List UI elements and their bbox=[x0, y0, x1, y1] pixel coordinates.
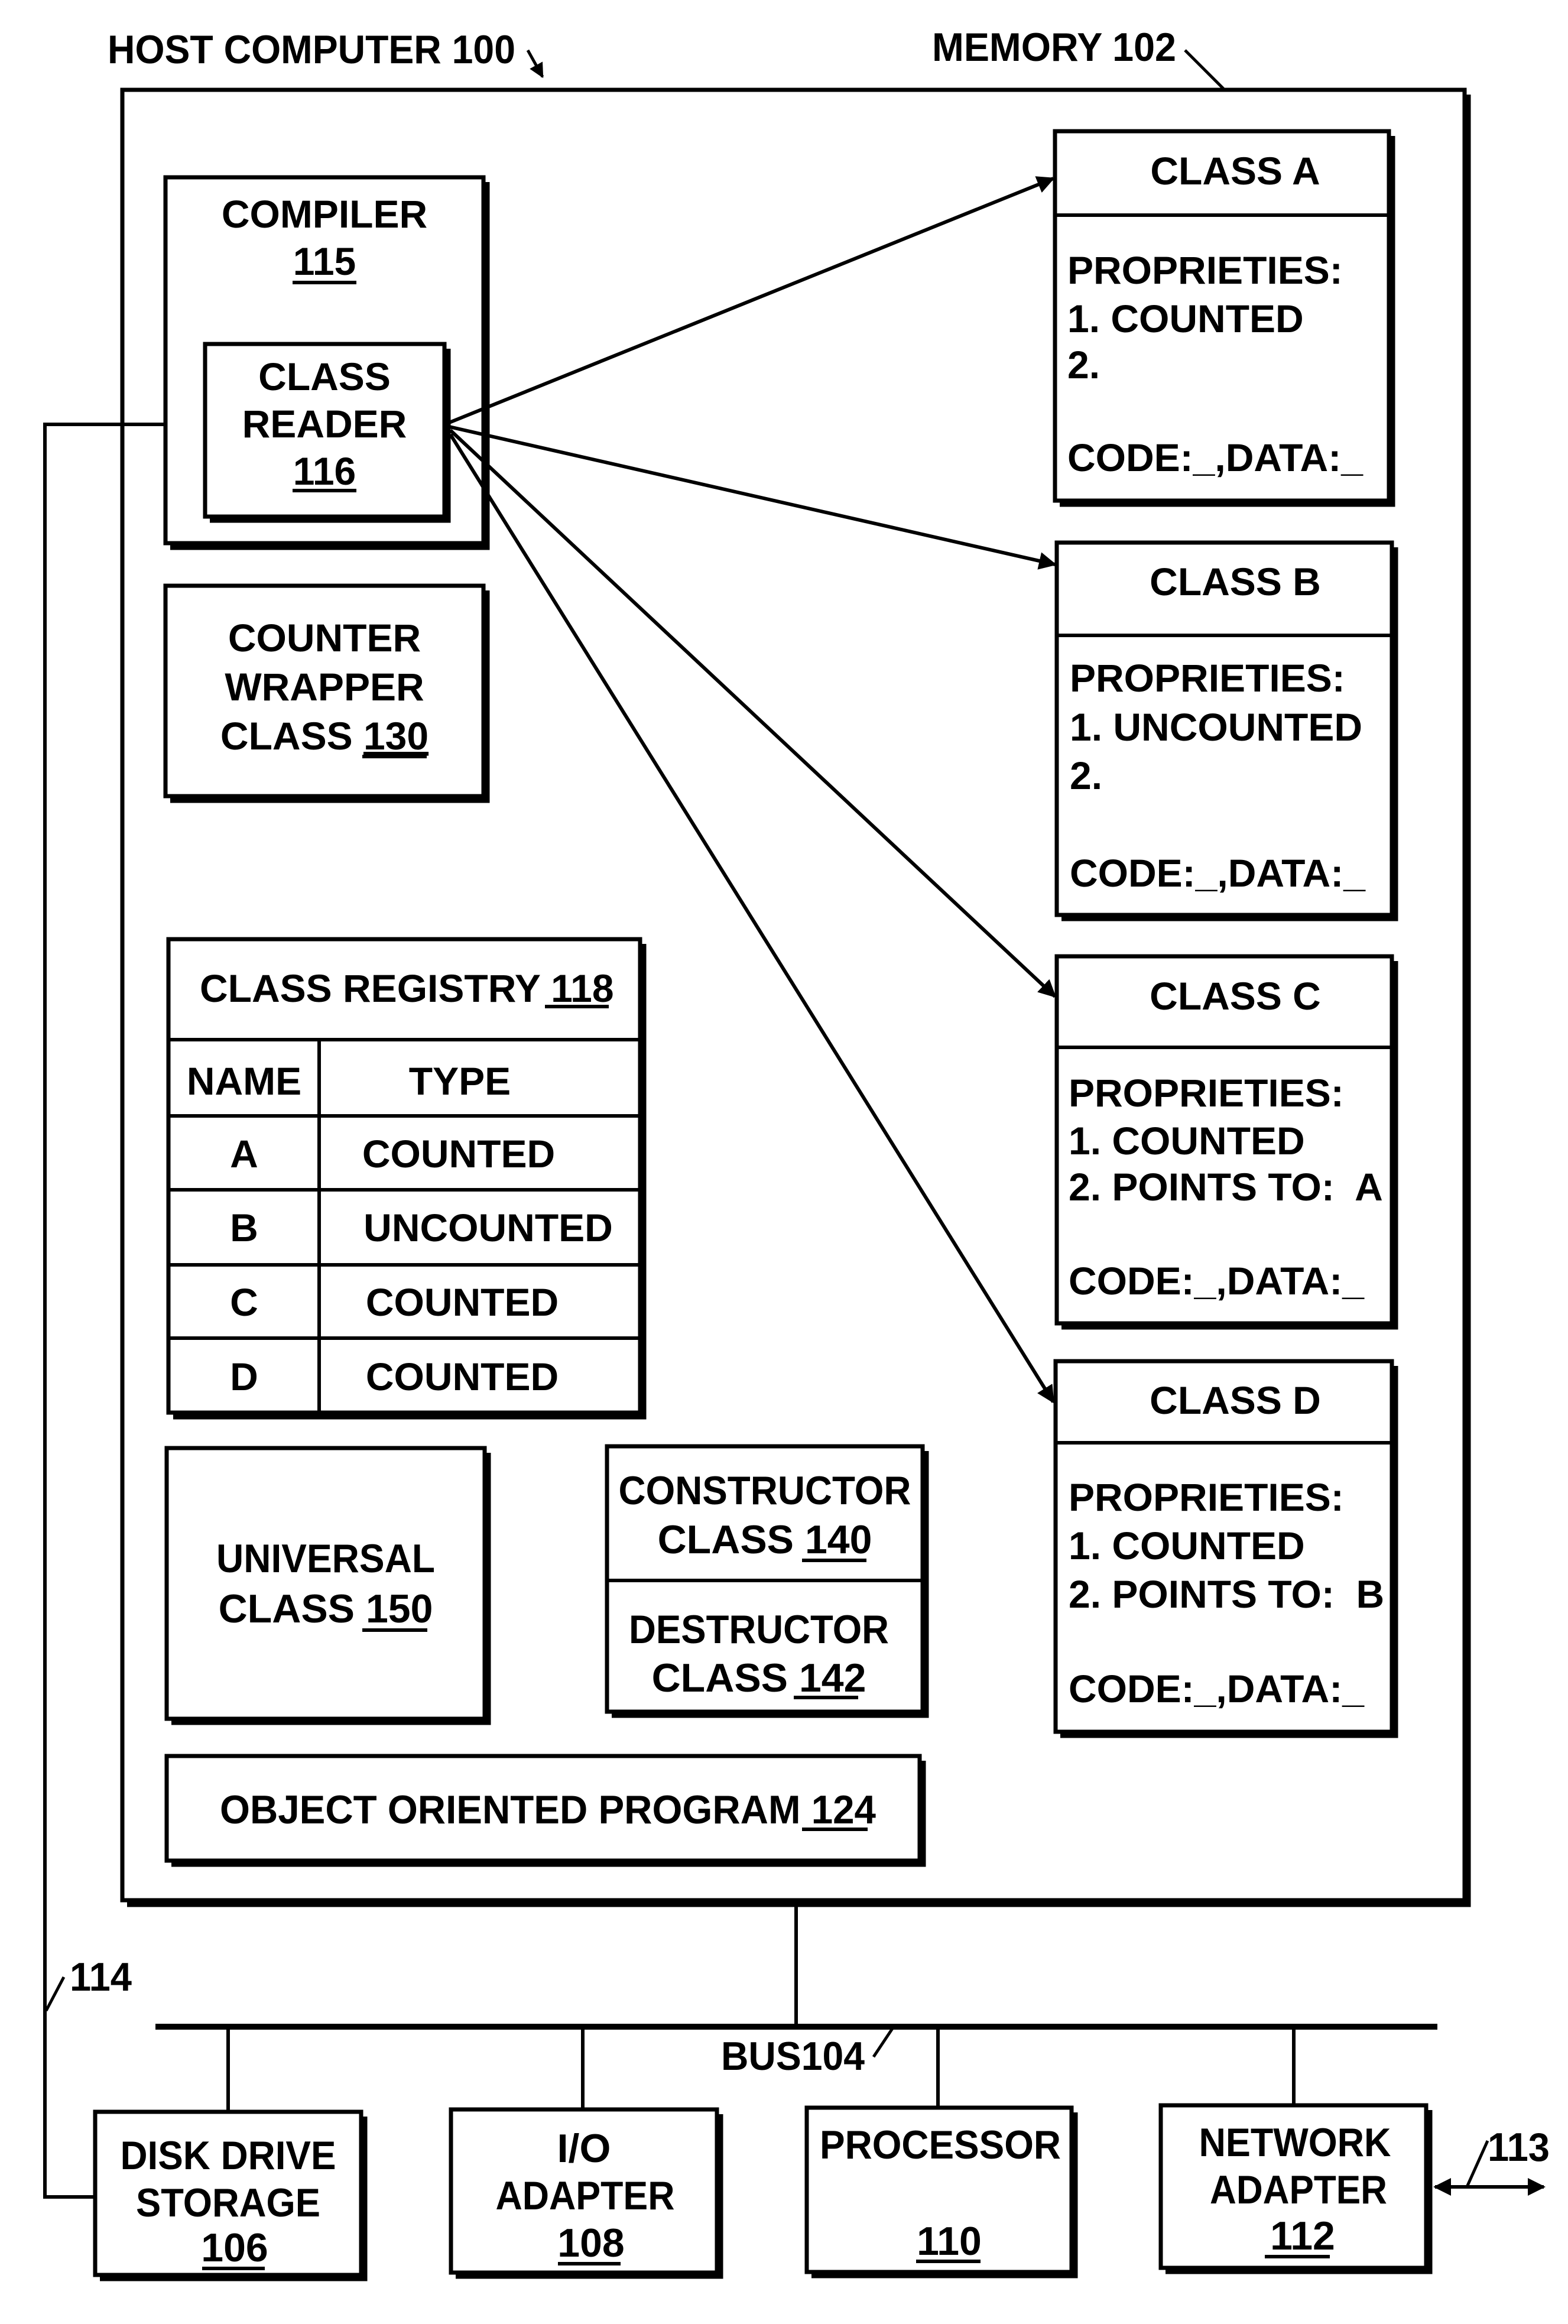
class-b-prop1: 1. UNCOUNTED bbox=[1070, 705, 1362, 749]
class-b-title: CLASS B bbox=[1150, 560, 1321, 603]
class-reader-line2: READER bbox=[242, 402, 407, 446]
memory-label: MEMORY 102 bbox=[932, 25, 1176, 70]
class-a-prop2: 2. bbox=[1067, 343, 1100, 387]
registry-cell-type: UNCOUNTED bbox=[363, 1206, 613, 1249]
class-d-prop2: 2. POINTS TO: B bbox=[1069, 1572, 1384, 1616]
registry-cell-name: A bbox=[230, 1132, 258, 1176]
class-a-heading: PROPRIETIES: bbox=[1067, 248, 1343, 292]
io-adapter-line1: I/O bbox=[557, 2126, 611, 2171]
destructor-class-line1: DESTRUCTOR bbox=[629, 1607, 889, 1652]
network-adapter-line2: ADAPTER bbox=[1210, 2167, 1387, 2212]
disk-drive-storage-box: DISK DRIVE STORAGE 106 bbox=[93, 2109, 368, 2281]
patent-diagram: HOST COMPUTER 100 MEMORY 102 COMPILER 11… bbox=[43, 25, 1550, 2281]
network-link-113-label: 113 bbox=[1488, 2125, 1550, 2170]
compiler-title: COMPILER bbox=[222, 192, 427, 236]
class-a-box: CLASS A PROPRIETIES: 1. COUNTED 2. CODE:… bbox=[1053, 129, 1395, 507]
registry-cell-name: B bbox=[230, 1206, 258, 1249]
registry-cell-type: COUNTED bbox=[362, 1132, 555, 1176]
class-b-box: CLASS B PROPRIETIES: 1. UNCOUNTED 2. COD… bbox=[1054, 540, 1398, 921]
wire-114-leader bbox=[44, 1976, 66, 2012]
host-computer-label: HOST COMPUTER 100 bbox=[108, 27, 515, 72]
class-c-prop2: 2. POINTS TO: A bbox=[1069, 1165, 1383, 1209]
constructor-destructor-box: CONSTRUCTOR CLASS 140 DESTRUCTOR CLASS 1… bbox=[605, 1444, 929, 1718]
registry-cell-type: COUNTED bbox=[366, 1280, 559, 1324]
disk-drive-line2: STORAGE bbox=[136, 2180, 320, 2225]
class-b-heading: PROPRIETIES: bbox=[1070, 656, 1345, 700]
universal-class-line1: UNIVERSAL bbox=[216, 1536, 435, 1581]
wire-114-label: 114 bbox=[70, 1955, 132, 2000]
class-d-code: CODE:_,DATA:_ bbox=[1069, 1667, 1365, 1710]
io-adapter-line2: ADAPTER bbox=[496, 2173, 675, 2218]
counter-wrapper-ref: 130 bbox=[363, 714, 428, 758]
class-registry-title: CLASS REGISTRY 118 bbox=[200, 966, 614, 1010]
class-b-prop2: 2. bbox=[1070, 754, 1102, 797]
bus-leader-line bbox=[872, 2027, 894, 2058]
class-c-code: CODE:_,DATA:_ bbox=[1069, 1259, 1365, 1303]
class-reader-ref: 116 bbox=[293, 449, 356, 493]
counter-wrapper-line1: COUNTER bbox=[228, 616, 421, 660]
class-c-box: CLASS C PROPRIETIES: 1. COUNTED 2. POINT… bbox=[1054, 954, 1398, 1330]
constructor-class-line2: CLASS 140 bbox=[658, 1517, 872, 1562]
class-reader-line1: CLASS bbox=[258, 355, 391, 398]
class-c-prop1: 1. COUNTED bbox=[1069, 1119, 1305, 1163]
destructor-class-line2: CLASS 142 bbox=[652, 1656, 866, 1700]
class-c-heading: PROPRIETIES: bbox=[1069, 1071, 1344, 1115]
network-adapter-ref: 112 bbox=[1270, 2213, 1335, 2258]
registry-cell-name: D bbox=[230, 1355, 258, 1398]
class-a-code: CODE:_,DATA:_ bbox=[1067, 436, 1364, 479]
disk-drive-ref: 106 bbox=[201, 2225, 268, 2270]
column-header-type: TYPE bbox=[409, 1059, 511, 1103]
class-a-title: CLASS A bbox=[1150, 149, 1320, 193]
processor-ref: 110 bbox=[917, 2219, 982, 2264]
column-header-name: NAME bbox=[187, 1059, 301, 1103]
processor-box: PROCESSOR 110 bbox=[804, 2105, 1078, 2278]
io-adapter-box: I/O ADAPTER 108 bbox=[449, 2107, 723, 2279]
class-a-prop1: 1. COUNTED bbox=[1067, 297, 1304, 340]
memory-leader-line bbox=[1184, 49, 1225, 90]
class-d-title: CLASS D bbox=[1150, 1378, 1321, 1422]
registry-cell-type: COUNTED bbox=[366, 1355, 559, 1398]
host-computer-leader-arrow bbox=[526, 49, 544, 79]
disk-drive-line1: DISK DRIVE bbox=[121, 2133, 336, 2178]
class-d-prop1: 1. COUNTED bbox=[1069, 1524, 1305, 1567]
network-adapter-box: NETWORK ADAPTER 112 bbox=[1158, 2103, 1433, 2274]
counter-wrapper-line3: CLASS 130 bbox=[220, 714, 428, 758]
bus-label: BUS104 bbox=[721, 2034, 865, 2079]
class-reader-box: CLASS READER 116 bbox=[203, 342, 451, 523]
class-registry-table: CLASS REGISTRY 118 NAME TYPE A COUNTED B… bbox=[166, 937, 647, 1420]
compiler-ref: 115 bbox=[293, 239, 356, 283]
constructor-class-line1: CONSTRUCTOR bbox=[619, 1468, 911, 1513]
processor-line1: PROCESSOR bbox=[820, 2122, 1061, 2167]
object-oriented-program-box: OBJECT ORIENTED PROGRAM 124 bbox=[164, 1754, 926, 1867]
class-d-box: CLASS D PROPRIETIES: 1. COUNTED 2. POINT… bbox=[1053, 1359, 1398, 1738]
registry-cell-name: C bbox=[230, 1280, 258, 1324]
class-b-code: CODE:_,DATA:_ bbox=[1070, 851, 1366, 895]
class-d-heading: PROPRIETIES: bbox=[1069, 1475, 1344, 1519]
universal-class-box: UNIVERSAL CLASS 150 bbox=[164, 1446, 491, 1725]
universal-class-line2: CLASS 150 bbox=[219, 1586, 433, 1631]
counter-wrapper-line2: WRAPPER bbox=[225, 665, 424, 709]
class-c-title: CLASS C bbox=[1150, 974, 1321, 1018]
counter-wrapper-box: COUNTER WRAPPER CLASS 130 bbox=[163, 583, 490, 803]
network-link-113-leader bbox=[1465, 2140, 1489, 2188]
object-oriented-program-label: OBJECT ORIENTED PROGRAM 124 bbox=[220, 1787, 876, 1832]
io-adapter-ref: 108 bbox=[557, 2221, 624, 2265]
network-adapter-line1: NETWORK bbox=[1199, 2120, 1391, 2165]
